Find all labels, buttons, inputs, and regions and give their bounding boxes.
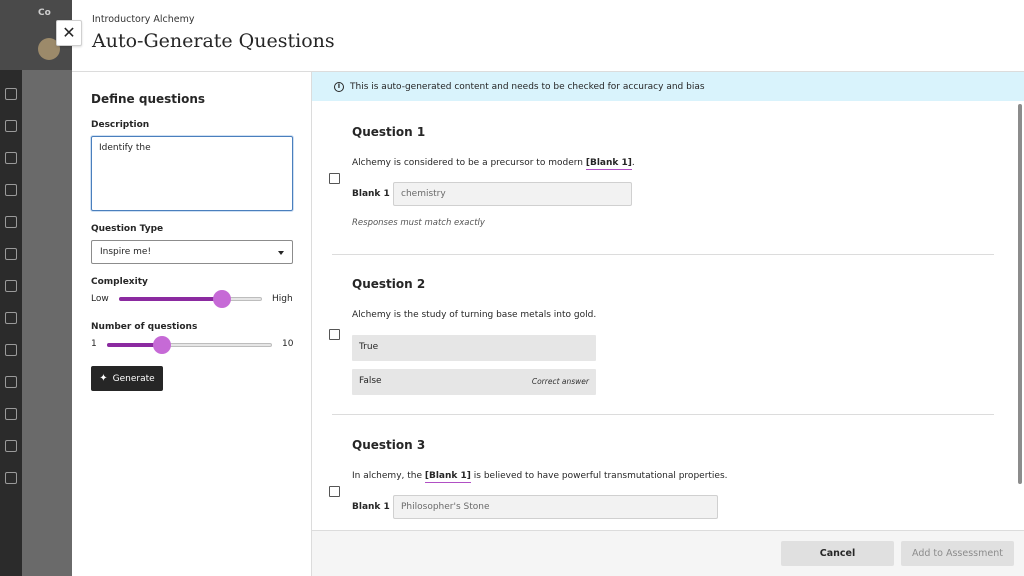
question-text-part: is believed to have powerful transmutati… [470, 471, 728, 481]
nav-icon [5, 376, 17, 388]
question-type-value: Inspire me! [100, 247, 152, 257]
nav-icon [5, 312, 17, 324]
define-questions-panel: Define questions Description Identify th… [72, 72, 312, 576]
background-tab-label: Co [38, 8, 51, 18]
question-card: Question 3 In alchemy, the [Blank 1] is … [329, 414, 994, 530]
nav-icon [5, 408, 17, 420]
chevron-down-icon [278, 251, 284, 255]
complexity-max-label: High [272, 294, 293, 304]
answer-option-true: True [352, 335, 596, 361]
nav-icon [5, 88, 17, 100]
complexity-slider-thumb[interactable] [212, 290, 231, 308]
question-type-label: Question Type [91, 224, 164, 234]
breadcrumb: Introductory Alchemy [92, 14, 195, 25]
question-text-part: In alchemy, the [352, 471, 425, 481]
question-select-checkbox[interactable] [329, 329, 340, 340]
question-text: Alchemy is considered to be a precursor … [352, 158, 635, 170]
cancel-button[interactable]: Cancel [781, 541, 894, 566]
question-card: Question 2 Alchemy is the study of turni… [329, 254, 994, 415]
blank-reference: [Blank 1] [424, 471, 471, 483]
auto-generated-notice: i This is auto-generated content and nee… [312, 72, 1024, 101]
question-title: Question 3 [352, 438, 426, 452]
nav-icon [5, 440, 17, 452]
generated-questions-panel: i This is auto-generated content and nee… [312, 72, 1024, 530]
description-input[interactable]: Identify the [91, 136, 293, 211]
response-hint: Responses must match exactly [352, 218, 485, 228]
nav-icon [5, 248, 17, 260]
question-text-part: Alchemy is considered to be a precursor … [352, 158, 586, 168]
complexity-slider-fill [119, 297, 222, 301]
complexity-min-label: Low [91, 294, 109, 304]
question-select-checkbox[interactable] [329, 486, 340, 497]
sparkle-icon: ✦ [99, 373, 108, 384]
question-title: Question 1 [352, 125, 426, 139]
question-text: Alchemy is the study of turning base met… [352, 310, 597, 320]
question-text: In alchemy, the [Blank 1] is believed to… [352, 471, 728, 483]
notice-text: This is auto-generated content and needs… [350, 81, 705, 92]
number-min-label: 1 [91, 339, 97, 349]
close-icon: ✕ [62, 23, 76, 42]
generate-button-label: Generate [112, 373, 155, 384]
question-text-part: . [631, 158, 635, 168]
nav-icon [5, 280, 17, 292]
correct-answer-tag: Correct answer [531, 377, 589, 386]
auto-generate-modal: Introductory Alchemy Auto-Generate Quest… [72, 0, 1024, 576]
background-nav-rail [0, 70, 22, 576]
answer-option-false: False Correct answer [352, 369, 596, 395]
blank-reference: [Blank 1] [585, 158, 632, 170]
nav-icon [5, 152, 17, 164]
modal-footer: Cancel Add to Assessment [312, 530, 1024, 576]
nav-icon [5, 472, 17, 484]
question-title: Question 2 [352, 277, 426, 291]
blank-answer-input[interactable]: Philosopher's Stone [393, 495, 718, 519]
scrollbar[interactable] [1018, 104, 1022, 484]
question-type-select[interactable]: Inspire me! [91, 240, 293, 264]
close-button[interactable]: ✕ [56, 20, 82, 46]
nav-icon [5, 344, 17, 356]
define-questions-title: Define questions [91, 92, 206, 106]
answer-option-label: False [359, 376, 382, 386]
blank-answer-input[interactable]: chemistry [393, 182, 632, 206]
question-select-checkbox[interactable] [329, 173, 340, 184]
question-card: Question 1 Alchemy is considered to be a… [329, 101, 994, 261]
number-max-label: 10 [282, 339, 294, 349]
nav-icon [5, 120, 17, 132]
add-to-assessment-button[interactable]: Add to Assessment [901, 541, 1014, 566]
answer-option-label: True [359, 342, 379, 352]
blank-label: Blank 1 [352, 189, 390, 199]
generate-button[interactable]: ✦ Generate [91, 366, 163, 391]
nav-icon [5, 216, 17, 228]
complexity-label: Complexity [91, 277, 148, 287]
description-label: Description [91, 120, 150, 130]
nav-icon [5, 184, 17, 196]
blank-label: Blank 1 [352, 502, 390, 512]
number-of-questions-label: Number of questions [91, 322, 198, 332]
page-title: Auto-Generate Questions [92, 30, 335, 52]
number-slider-thumb[interactable] [153, 336, 171, 354]
info-icon: i [334, 81, 344, 92]
